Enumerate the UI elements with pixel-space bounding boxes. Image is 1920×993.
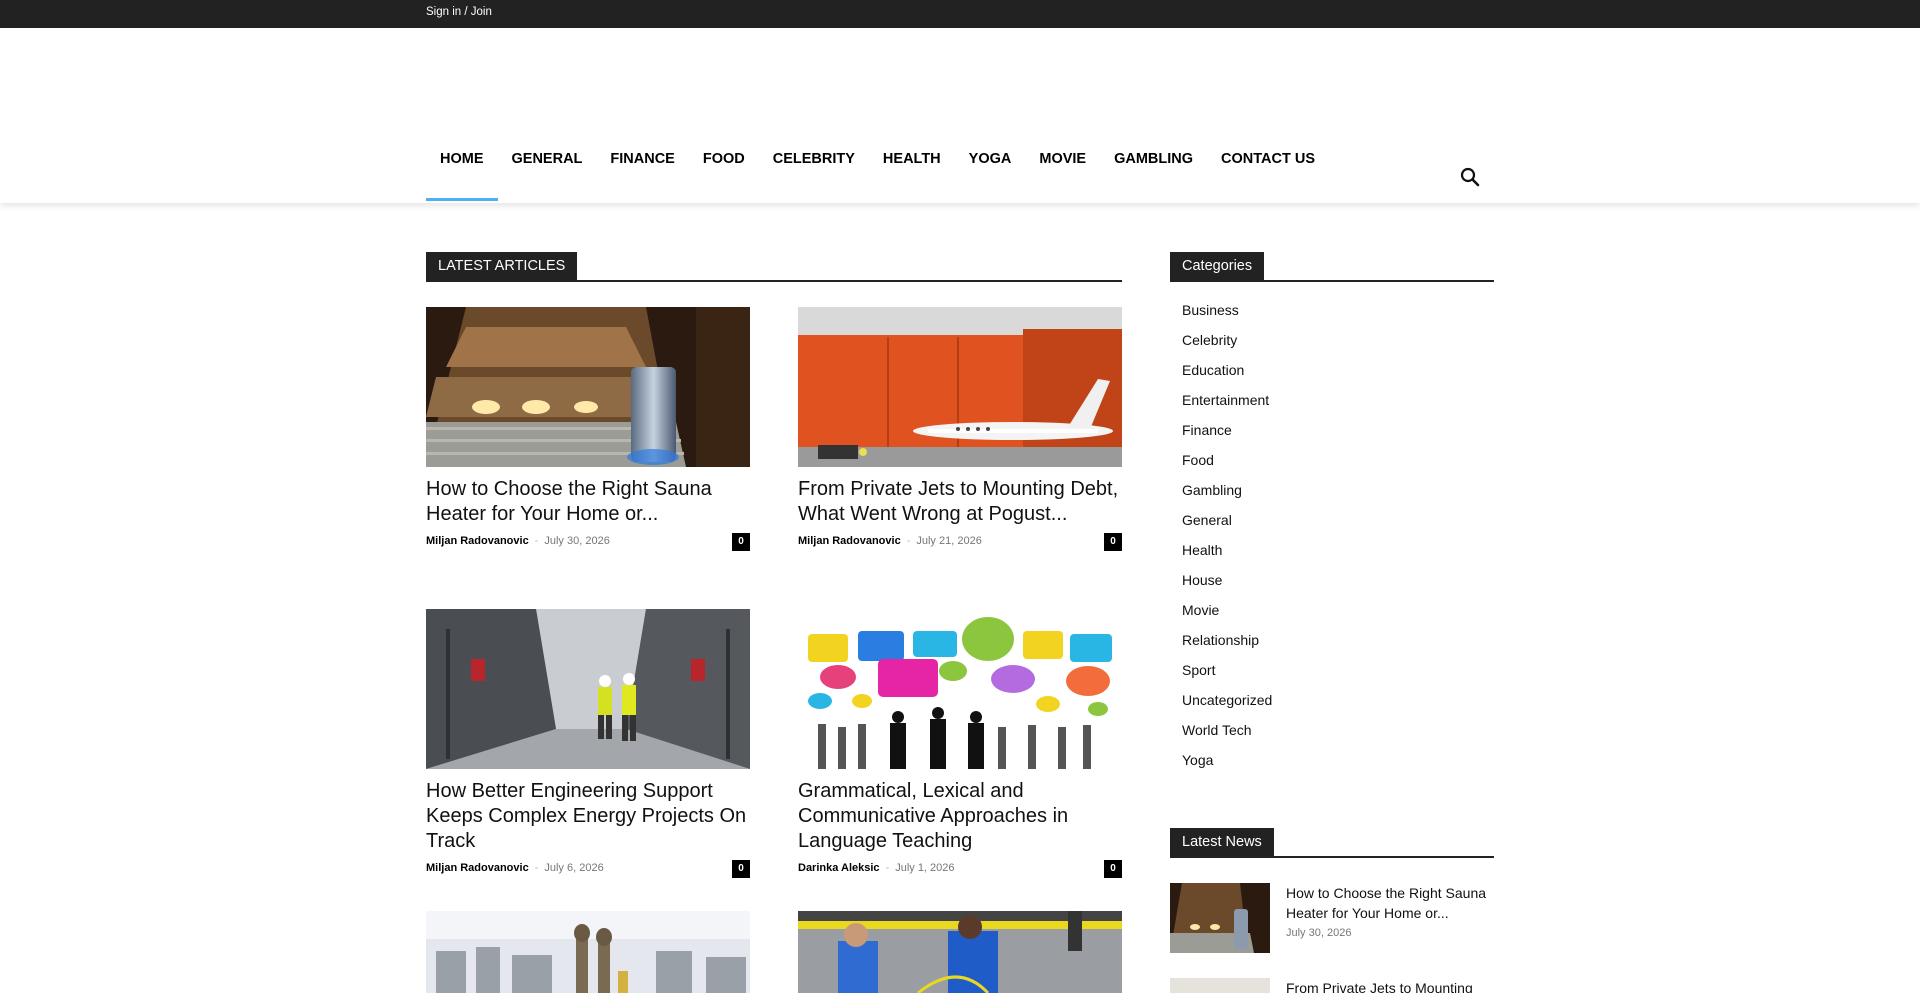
nav-item-food[interactable]: FOOD [689, 148, 759, 202]
article-author[interactable]: Miljan Radovanovic [426, 535, 529, 547]
top-bar-inner: Sign in / Join [426, 0, 1494, 28]
top-bar: Sign in / Join [0, 0, 1920, 28]
article-thumbnail-speech-bubbles[interactable] [798, 609, 1122, 769]
article-author[interactable]: Miljan Radovanovic [798, 535, 901, 547]
nav-item-general[interactable]: GENERAL [498, 148, 597, 202]
latest-articles-header: LATEST ARTICLES [426, 252, 1122, 282]
article-date: July 21, 2026 [916, 535, 982, 547]
comment-count-badge[interactable]: 0 [732, 533, 750, 551]
article-author[interactable]: Miljan Radovanovic [426, 862, 529, 874]
latest-articles-title: LATEST ARTICLES [426, 252, 578, 280]
category-link[interactable]: Gambling [1182, 476, 1272, 506]
article-thumbnail-engineering[interactable] [426, 609, 750, 769]
article-meta: Miljan Radovanovic - July 30, 2026 0 [426, 533, 750, 551]
news-title[interactable]: From Private Jets to Mounting [1286, 978, 1494, 993]
comment-count-badge[interactable]: 0 [732, 860, 750, 878]
meta-separator: - [534, 535, 539, 547]
article-title[interactable]: How Better Engineering Support Keeps Com… [426, 779, 750, 854]
article-thumbnail-workers[interactable] [798, 911, 1122, 993]
news-thumbnail[interactable] [1170, 883, 1270, 953]
comment-count-badge[interactable]: 0 [1104, 860, 1122, 878]
article-card: How Better Engineering Support Keeps Com… [426, 609, 750, 878]
nav-item-movie[interactable]: MOVIE [1025, 148, 1100, 202]
article-thumbnail-city[interactable] [426, 911, 750, 993]
category-link[interactable]: General [1182, 506, 1272, 536]
category-link[interactable]: Celebrity [1182, 326, 1272, 356]
categories-header: Categories [1170, 252, 1494, 282]
main-nav: HOME GENERAL FINANCE FOOD CELEBRITY HEAL… [426, 148, 1329, 202]
article-meta: Miljan Radovanovic - July 21, 2026 0 [798, 533, 1122, 551]
nav-item-yoga[interactable]: YOGA [955, 148, 1026, 202]
article-card: How to Choose the Right Sauna Heater for… [426, 307, 750, 551]
meta-separator: - [906, 535, 911, 547]
category-list: Business Celebrity Education Entertainme… [1182, 296, 1272, 776]
category-link[interactable]: Yoga [1182, 746, 1272, 776]
sign-in-join-link[interactable]: Sign in / Join [426, 6, 492, 18]
article-title[interactable]: From Private Jets to Mounting Debt, What… [798, 477, 1122, 527]
news-date: July 30, 2026 [1286, 927, 1352, 939]
article-title[interactable]: Grammatical, Lexical and Communicative A… [798, 779, 1122, 854]
article-thumbnail-jet[interactable] [798, 307, 1122, 467]
category-link[interactable]: World Tech [1182, 716, 1272, 746]
category-link[interactable]: Relationship [1182, 626, 1272, 656]
article-thumbnail-sauna[interactable] [426, 307, 750, 467]
category-link[interactable]: Health [1182, 536, 1272, 566]
article-meta: Miljan Radovanovic - July 6, 2026 0 [426, 860, 750, 878]
search-icon[interactable] [1459, 166, 1481, 188]
meta-separator: - [885, 862, 890, 874]
category-link[interactable]: House [1182, 566, 1272, 596]
nav-item-finance[interactable]: FINANCE [596, 148, 688, 202]
nav-item-health[interactable]: HEALTH [869, 148, 955, 202]
category-link[interactable]: Food [1182, 446, 1272, 476]
category-link[interactable]: Education [1182, 356, 1272, 386]
category-link[interactable]: Entertainment [1182, 386, 1272, 416]
latest-news-item: From Private Jets to Mounting [1170, 978, 1494, 993]
category-link[interactable]: Movie [1182, 596, 1272, 626]
article-author[interactable]: Darinka Aleksic [798, 862, 880, 874]
article-card: From Private Jets to Mounting Debt, What… [798, 307, 1122, 551]
comment-count-badge[interactable]: 0 [1104, 533, 1122, 551]
news-thumbnail[interactable] [1170, 978, 1270, 993]
category-link[interactable]: Finance [1182, 416, 1272, 446]
latest-news-title: Latest News [1170, 828, 1274, 856]
article-card: Grammatical, Lexical and Communicative A… [798, 609, 1122, 878]
category-link[interactable]: Business [1182, 296, 1272, 326]
article-meta: Darinka Aleksic - July 1, 2026 0 [798, 860, 1122, 878]
category-link[interactable]: Sport [1182, 656, 1272, 686]
article-date: July 30, 2026 [544, 535, 610, 547]
article-title[interactable]: How to Choose the Right Sauna Heater for… [426, 477, 750, 527]
article-date: July 6, 2026 [544, 862, 604, 874]
categories-title: Categories [1170, 252, 1265, 280]
latest-news-item: How to Choose the Right Sauna Heater for… [1170, 883, 1494, 953]
nav-item-gambling[interactable]: GAMBLING [1100, 148, 1207, 202]
nav-item-contact-us[interactable]: CONTACT US [1207, 148, 1329, 202]
category-link[interactable]: Uncategorized [1182, 686, 1272, 716]
nav-item-home[interactable]: HOME [426, 148, 498, 202]
nav-item-celebrity[interactable]: CELEBRITY [759, 148, 869, 202]
latest-news-header: Latest News [1170, 828, 1494, 858]
news-title[interactable]: How to Choose the Right Sauna Heater for… [1286, 883, 1496, 923]
meta-separator: - [534, 862, 539, 874]
article-date: July 1, 2026 [895, 862, 955, 874]
